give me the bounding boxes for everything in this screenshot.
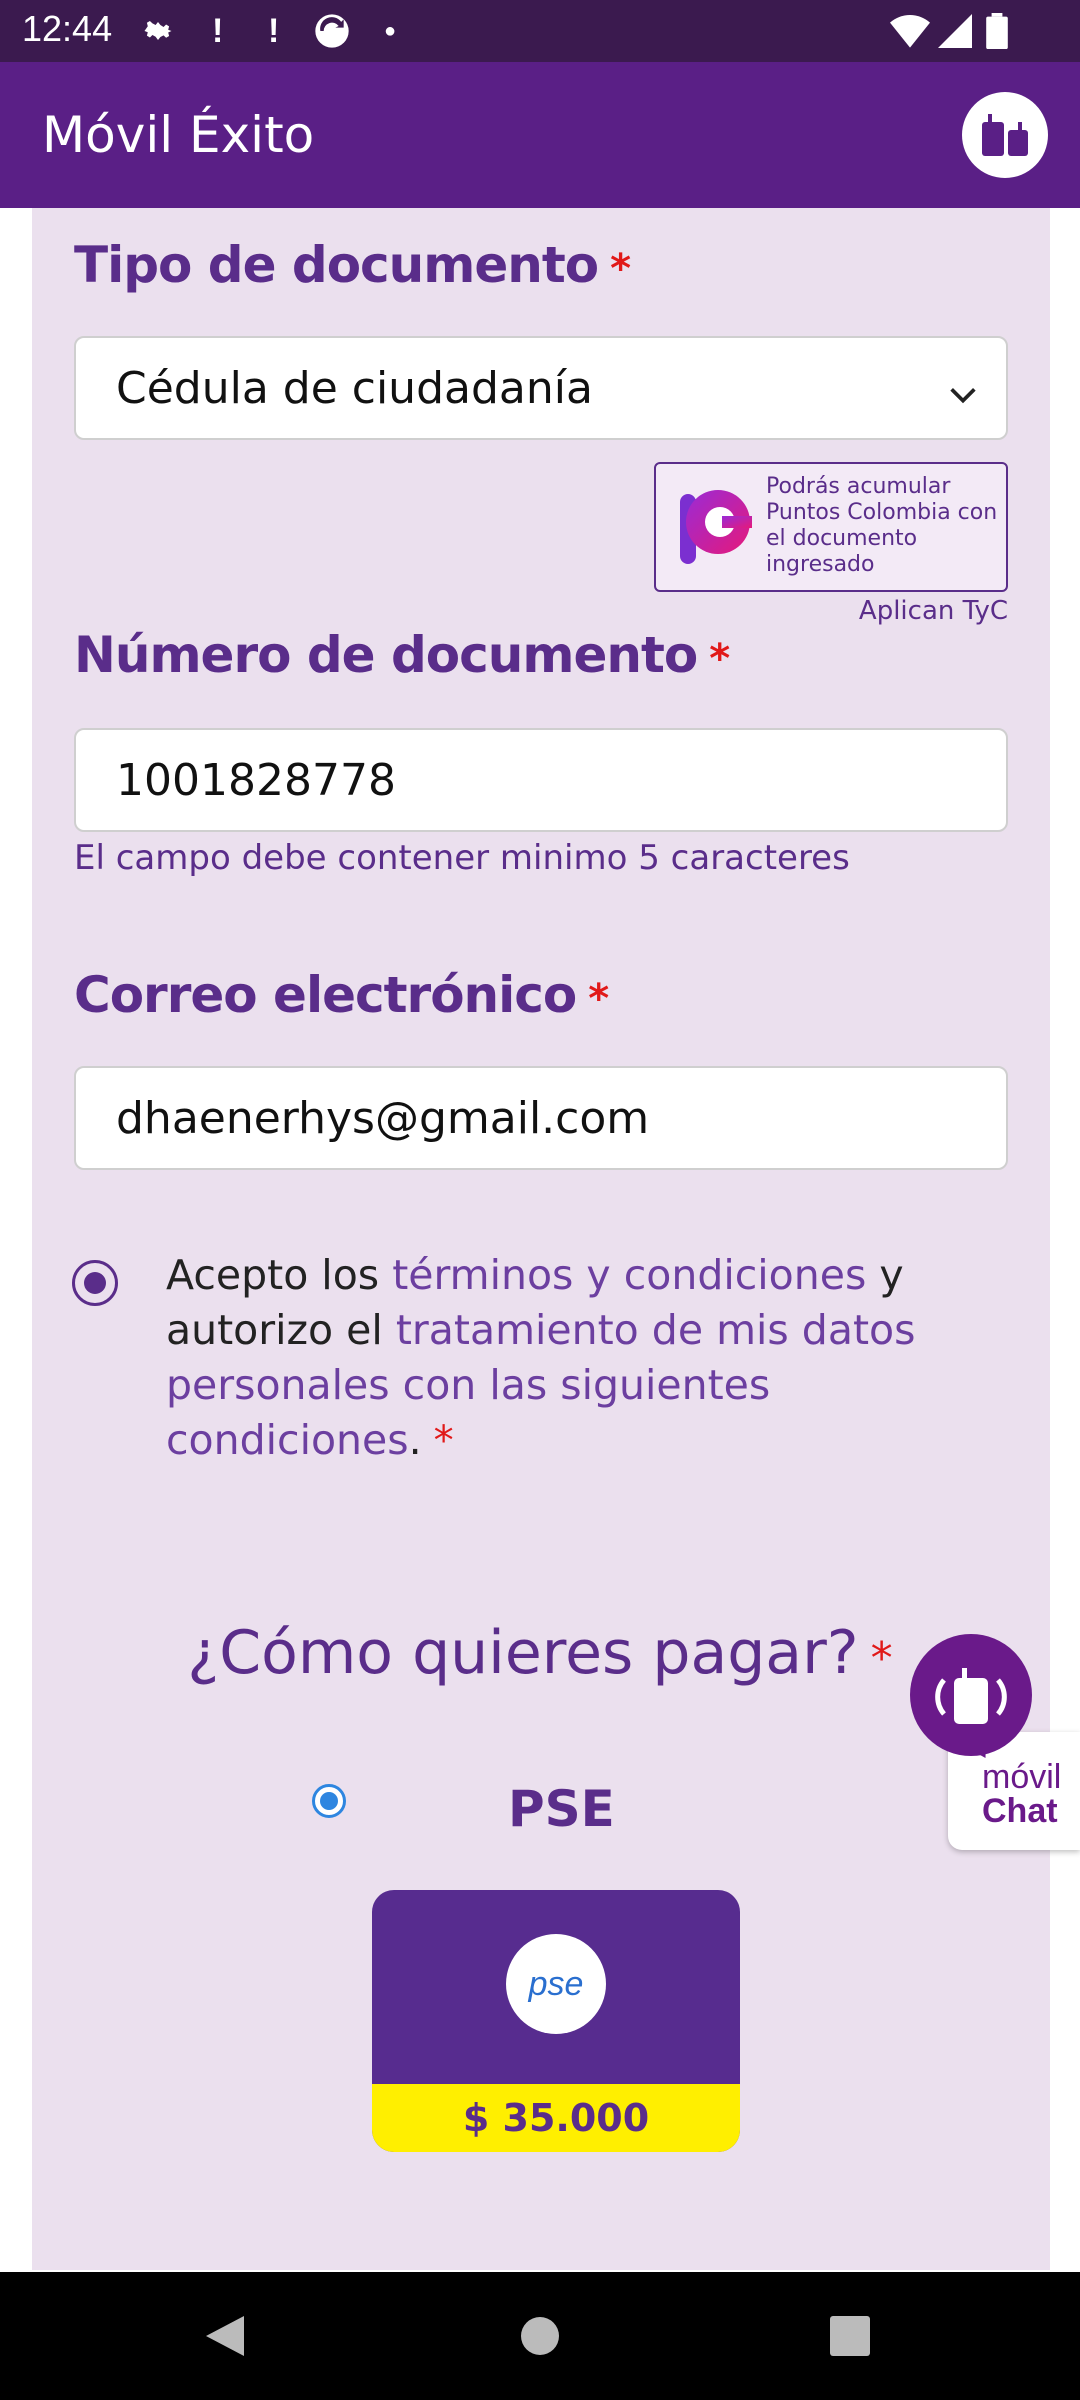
price-label: $ 35.000 [372,2084,740,2152]
required-mark: * [433,1418,454,1464]
recents-icon[interactable] [830,2316,870,2361]
gear-icon [140,12,176,50]
sync-icon [312,12,352,50]
app-bar: Móvil Éxito [0,62,1080,208]
required-mark: * [709,636,730,682]
pse-logo-text: pse [528,1964,584,2003]
clock: 12:44 [22,8,113,49]
signal-icon [938,12,972,50]
page-margin-right [1050,208,1080,2270]
email-field[interactable]: dhaenerhys@gmail.com [74,1066,1008,1170]
doc-type-label-text: Tipo de documento [74,236,599,294]
alert-icon: ! [268,11,280,50]
wifi-icon [890,12,930,50]
home-icon[interactable] [520,2316,560,2361]
doc-type-value: Cédula de ciudadanía [116,362,593,414]
chat-icon[interactable] [910,1634,1032,1756]
doc-number-value: 1001828778 [116,754,396,806]
required-mark: * [588,976,609,1022]
doc-number-helper: El campo debe contener minimo 5 caracter… [74,838,850,878]
bag-icon[interactable] [962,92,1048,178]
doc-number-field[interactable]: 1001828778 [74,728,1008,832]
dot-icon: ● [384,19,397,42]
back-icon[interactable] [204,2314,246,2363]
email-label: Correo electrónico * [74,966,609,1024]
consent-text: Acepto los términos y condiciones y auto… [166,1248,986,1469]
pse-radio[interactable] [312,1784,346,1818]
required-mark: * [870,1633,893,1684]
battery-icon [986,12,1008,50]
doc-number-label: Número de documento * [74,626,730,684]
doc-number-label-text: Número de documento [74,626,698,684]
doc-type-label: Tipo de documento * [74,236,631,294]
chat-line2: Chat [982,1792,1058,1830]
alert-icon: ! [212,11,224,50]
doc-type-select[interactable]: Cédula de ciudadanía [74,336,1008,440]
chevron-down-icon [946,372,980,423]
email-value: dhaenerhys@gmail.com [116,1092,650,1144]
puntos-colombia-badge: Podrás acumular Puntos Colombia con el d… [654,462,1008,592]
terms-link[interactable]: términos y condiciones [392,1251,866,1299]
terms-note[interactable]: Aplican TyC [760,596,1008,626]
app-title: Móvil Éxito [42,106,315,164]
consent-suffix: . [408,1416,422,1464]
email-label-text: Correo electrónico [74,966,577,1024]
system-nav-bar [0,2272,1080,2400]
page-margin-left [0,208,32,2270]
payment-question-text: ¿Cómo quieres pagar? [187,1618,859,1688]
pse-option-label[interactable]: PSE [508,1780,615,1838]
status-bar: 12:44 ! ! ● [0,0,1080,62]
pse-payment-card[interactable]: pse $ 35.000 [372,1890,740,2152]
pse-logo: pse [506,1934,606,2034]
required-mark: * [610,246,631,292]
badge-text: Podrás acumular Puntos Colombia con el d… [766,474,998,577]
consent-radio[interactable] [72,1260,118,1306]
consent-prefix: Acepto los [166,1251,393,1299]
puntos-colombia-logo [680,488,752,568]
